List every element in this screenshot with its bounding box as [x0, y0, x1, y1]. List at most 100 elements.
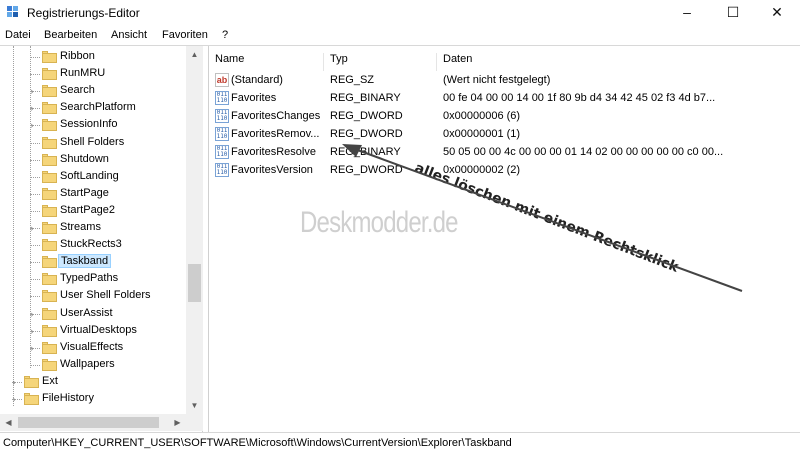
tree-item-sessioninfo[interactable]: › SessionInfo — [0, 117, 186, 134]
value-row[interactable]: 011 110 Favorites REG_BINARY 00 fe 04 00 00… — [209, 89, 800, 107]
folder-icon — [42, 51, 57, 63]
maximize-button[interactable]: ☐ — [710, 0, 756, 24]
tree-item-label: SoftLanding — [60, 169, 119, 182]
tree-item-shell-folders[interactable]: Shell Folders — [0, 135, 186, 152]
tree-guide-line — [30, 193, 40, 195]
tree-item-stuckrects3[interactable]: StuckRects3 — [0, 237, 186, 254]
tree-item-label: Search — [60, 84, 95, 97]
value-data: 00 fe 04 00 00 14 00 1f 80 9b d4 34 42 4… — [443, 92, 716, 104]
close-button[interactable]: ✕ — [754, 0, 800, 24]
value-type: REG_BINARY — [330, 146, 401, 158]
folder-icon — [42, 222, 57, 234]
expand-chevron-icon[interactable]: › — [9, 394, 19, 404]
tree-item-label: SearchPlatform — [60, 101, 136, 114]
menu-datei[interactable]: Datei — [5, 29, 31, 41]
tree-item-search[interactable]: › Search — [0, 83, 186, 100]
tree-guide-line — [30, 57, 40, 58]
tree-item-label: Ribbon — [60, 50, 95, 62]
column-header-name[interactable]: Name — [209, 53, 324, 71]
scroll-corner — [186, 414, 203, 431]
tree-guide-line — [30, 74, 40, 76]
binary-value-icon: 011 110 — [215, 109, 229, 123]
menu-favoriten[interactable]: Favoriten — [162, 29, 208, 41]
binary-value-icon: 011 110 — [215, 127, 229, 141]
value-type: REG_DWORD — [330, 128, 403, 140]
folder-icon — [42, 358, 57, 371]
tree-horizontal-scrollbar[interactable]: ◀ ▶ — [0, 414, 186, 431]
column-header-data[interactable]: Daten — [437, 53, 737, 71]
value-row[interactable]: 011 110 FavoritesVersion REG_DWORD 0x000000… — [209, 161, 800, 179]
expand-chevron-icon[interactable]: › — [27, 223, 37, 233]
tree-item-startpage2[interactable]: StartPage2 — [0, 203, 186, 220]
minimize-button[interactable]: – — [664, 0, 710, 24]
string-value-icon: ab — [215, 73, 229, 87]
tree-item-filehistory[interactable]: › FileHistory — [0, 391, 186, 408]
scroll-right-icon[interactable]: ▶ — [169, 414, 186, 431]
tree-item-streams[interactable]: › Streams — [0, 220, 186, 237]
value-list[interactable]: Name Typ Daten ab (Standard) REG_SZ (Wert n… — [208, 46, 800, 432]
tree-item-label: StartPage2 — [60, 203, 116, 216]
tree-item-shutdown[interactable]: Shutdown — [0, 152, 186, 169]
tree-item-startpage[interactable]: StartPage — [0, 186, 186, 203]
registry-editor-icon — [7, 6, 18, 17]
menu-help[interactable]: ? — [222, 29, 228, 41]
folder-icon — [42, 136, 57, 149]
tree-item-label: Shutdown — [60, 152, 109, 165]
tree-item-label: UserAssist — [60, 306, 113, 319]
value-row[interactable]: 011 110 FavoritesResolve REG_BINARY 50 05 0… — [209, 143, 800, 161]
expand-chevron-icon[interactable]: › — [27, 326, 37, 336]
scroll-left-icon[interactable]: ◀ — [0, 414, 17, 431]
value-row[interactable]: 011 110 FavoritesRemov... REG_DWORD 0x00000… — [209, 125, 800, 143]
tree-item-searchplatform[interactable]: › SearchPlatform — [0, 100, 186, 117]
tree-item-ext[interactable]: › Ext — [0, 374, 186, 391]
folder-icon — [42, 290, 57, 303]
binary-value-icon: 011 110 — [215, 145, 229, 159]
menu-ansicht[interactable]: Ansicht — [111, 29, 147, 41]
menu-bearbeiten[interactable]: Bearbeiten — [44, 29, 97, 41]
folder-icon — [42, 307, 57, 320]
tree-guide-line — [30, 176, 40, 178]
value-row[interactable]: 011 110 FavoritesChanges REG_DWORD 0x000000… — [209, 107, 800, 125]
folder-icon — [42, 187, 57, 200]
menu-bar: Datei Bearbeiten Ansicht Favoriten ? — [0, 29, 800, 45]
tree-guide-line — [30, 245, 40, 247]
tree-item-userassist[interactable]: › UserAssist — [0, 306, 186, 323]
scroll-down-icon[interactable]: ▼ — [186, 397, 203, 414]
key-tree[interactable]: Ribbon RunMRU › Search › SearchPlatform › Sessi… — [0, 46, 203, 432]
expand-chevron-icon[interactable]: › — [27, 309, 37, 319]
value-type: REG_SZ — [330, 74, 375, 86]
value-row[interactable]: ab (Standard) REG_SZ (Wert nicht festgelegt… — [209, 71, 800, 89]
tree-guide-line — [30, 142, 40, 144]
tree-guide-line — [30, 296, 40, 298]
tree-item-runmru[interactable]: RunMRU — [0, 66, 186, 83]
tree-item-label: User Shell Folders — [60, 289, 151, 302]
tree-item-visualeffects[interactable]: › VisualEffects — [0, 340, 186, 357]
tree-vertical-scrollbar[interactable]: ▲ ▼ — [186, 46, 203, 414]
scroll-thumb-horizontal[interactable] — [18, 417, 159, 428]
expand-chevron-icon[interactable]: › — [27, 343, 37, 353]
tree-item-taskband[interactable]: Taskband — [0, 254, 186, 271]
tree-item-ribbon[interactable]: Ribbon — [0, 49, 186, 66]
folder-icon — [42, 85, 57, 98]
tree-item-softlanding[interactable]: SoftLanding — [0, 169, 186, 186]
tree-item-typedpaths[interactable]: TypedPaths — [0, 271, 186, 288]
expand-chevron-icon[interactable]: › — [9, 377, 19, 387]
value-data: 0x00000001 (1) — [443, 128, 521, 140]
expand-chevron-icon[interactable]: › — [27, 120, 37, 130]
scroll-up-icon[interactable]: ▲ — [186, 46, 203, 63]
tree-guide-line — [30, 279, 40, 281]
tree-item-label: SessionInfo — [60, 118, 118, 131]
value-name: (Standard) — [231, 74, 283, 86]
value-name: FavoritesChanges — [231, 110, 321, 122]
tree-item-user-shell-folders[interactable]: User Shell Folders — [0, 288, 186, 305]
expand-chevron-icon[interactable]: › — [27, 86, 37, 96]
scroll-thumb[interactable] — [188, 264, 201, 302]
column-header-type[interactable]: Typ — [324, 53, 437, 71]
tree-item-wallpapers[interactable]: Wallpapers — [0, 357, 186, 374]
tree-guide-line — [30, 364, 40, 366]
tree-item-virtualdesktops[interactable]: › VirtualDesktops — [0, 323, 186, 340]
tree-guide-line — [30, 210, 40, 212]
tree-item-label: VirtualDesktops — [60, 323, 137, 336]
tree-item-label: TypedPaths — [60, 272, 119, 285]
expand-chevron-icon[interactable]: › — [27, 103, 37, 113]
